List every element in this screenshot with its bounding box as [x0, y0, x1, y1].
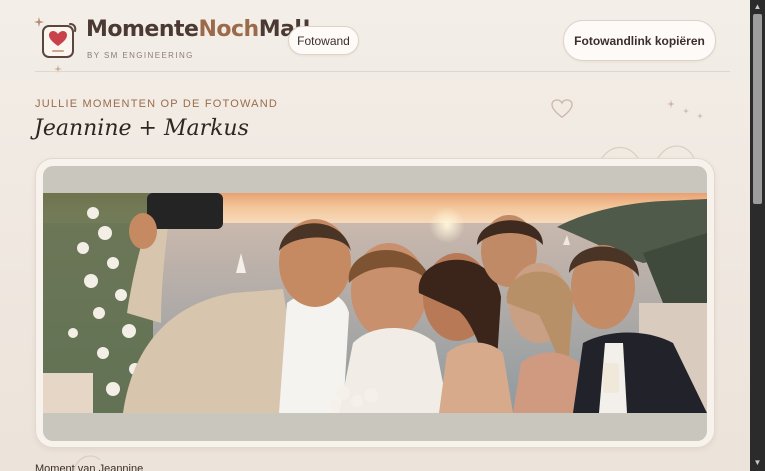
sparkle-icon: [683, 108, 689, 114]
sparkle-icon: [667, 100, 675, 108]
scroll-down-arrow-icon[interactable]: ▼: [753, 458, 762, 468]
section-eyebrow: JULLIE MOMENTEN OP DE FOTOWAND: [35, 98, 278, 110]
brand-part-2: Noch: [198, 17, 259, 42]
vertical-scrollbar[interactable]: ▲ ▼: [750, 0, 765, 471]
moment-author-label: Moment van Jeannine: [35, 463, 144, 471]
scrollbar-thumb[interactable]: [753, 14, 762, 204]
scroll-up-arrow-icon[interactable]: ▲: [753, 2, 762, 12]
group-selfie-photo[interactable]: [43, 193, 707, 413]
brand-part-1: Momente: [86, 17, 199, 42]
photo-frame: [43, 166, 707, 441]
heart-outline-icon: [551, 99, 573, 119]
copy-photo-wall-link-button[interactable]: Fotowandlink kopiëren: [563, 20, 716, 61]
header-divider: [35, 71, 730, 72]
brand-byline: BY SM ENGINEERING: [87, 51, 194, 60]
fotowand-button[interactable]: Fotowand: [288, 26, 359, 55]
photo-heart-icon: [42, 23, 77, 58]
app-header: MomenteNochMal! BY SM ENGINEERING Fotowa…: [0, 0, 750, 72]
sparkle-icon: [697, 113, 703, 119]
brand-name[interactable]: MomenteNochMal!: [86, 17, 312, 42]
page: MomenteNochMal! BY SM ENGINEERING Fotowa…: [0, 0, 765, 471]
couple-title: Jeannine + Markus: [34, 116, 249, 141]
heart-outline-icon: [601, 145, 695, 159]
